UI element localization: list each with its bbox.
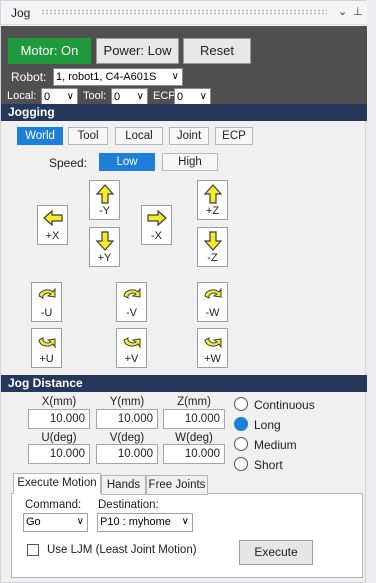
local-label: Local: <box>7 90 37 102</box>
tab-local[interactable]: Local <box>115 127 163 145</box>
u-distance-input[interactable]: 10.000 <box>28 444 90 464</box>
rotate-cw-icon <box>204 287 222 299</box>
v-distance-input[interactable]: 10.000 <box>96 444 158 464</box>
jog-plus-z-button[interactable]: +Z <box>197 180 228 220</box>
w-label: W(deg) <box>175 432 213 444</box>
tab-execute-motion[interactable]: Execute Motion <box>13 473 101 494</box>
chevron-down-icon: ∨ <box>181 516 189 527</box>
arrow-down-icon <box>95 231 115 251</box>
v-label: V(deg) <box>109 432 145 444</box>
arrow-up-icon <box>203 184 223 204</box>
drag-grip[interactable] <box>41 9 327 15</box>
tab-ecp[interactable]: ECP <box>215 127 253 145</box>
medium-label: Medium <box>254 438 297 452</box>
jog-minus-v-button[interactable]: -V <box>116 282 147 322</box>
jogging-header: Jogging <box>1 104 367 121</box>
continuous-label: Continuous <box>254 398 315 412</box>
jog-minus-u-button[interactable]: -U <box>31 282 62 322</box>
chevron-down-icon: ∨ <box>171 71 179 82</box>
speed-label: Speed: <box>49 156 88 170</box>
rotate-ccw-icon <box>204 337 222 349</box>
motor-button[interactable]: Motor: On <box>8 38 91 64</box>
short-label: Short <box>254 458 283 472</box>
y-label: Y(mm) <box>109 396 145 408</box>
jog-plus-v-button[interactable]: +V <box>116 328 147 368</box>
long-radio[interactable] <box>234 417 248 431</box>
jog-distance-header: Jog Distance <box>1 375 367 392</box>
jog-plus-u-button[interactable]: +U <box>31 328 62 368</box>
rotate-ccw-icon <box>38 337 56 349</box>
short-radio[interactable] <box>234 457 248 471</box>
chevron-down-icon[interactable]: ⌄ <box>338 5 347 18</box>
medium-radio[interactable] <box>234 437 248 451</box>
tool-label: Tool: <box>83 90 107 102</box>
jog-minus-w-button[interactable]: -W <box>197 282 228 322</box>
tab-world[interactable]: World <box>17 127 63 145</box>
rotate-cw-icon <box>123 287 141 299</box>
rotate-cw-icon <box>38 287 56 299</box>
title-bar: Jog ⌄ ⊥ <box>1 1 367 25</box>
arrow-down-icon <box>203 231 223 251</box>
robot-select[interactable]: 1, robot1, C4-A601S ∨ <box>53 68 183 86</box>
reset-button[interactable]: Reset <box>183 38 251 64</box>
x-distance-input[interactable]: 10.000 <box>28 409 90 429</box>
tab-free-joints[interactable]: Free Joints <box>146 475 208 495</box>
continuous-radio[interactable] <box>234 397 248 411</box>
tab-joint[interactable]: Joint <box>169 127 209 145</box>
w-distance-input[interactable]: 10.000 <box>163 444 225 464</box>
z-label: Z(mm) <box>177 396 211 408</box>
rotate-ccw-icon <box>123 337 141 349</box>
arrow-right-icon <box>147 209 167 227</box>
speed-low-button[interactable]: Low <box>99 153 155 171</box>
chevron-down-icon: ∨ <box>66 91 74 102</box>
jog-window: Jog ⌄ ⊥ Motor: On Power: Low Reset Robot… <box>0 0 367 583</box>
power-button[interactable]: Power: Low <box>96 38 179 64</box>
pin-icon[interactable]: ⊥ <box>353 5 363 18</box>
robot-label: Robot: <box>11 70 47 84</box>
u-label: U(deg) <box>41 432 77 444</box>
long-label: Long <box>254 418 281 432</box>
jog-minus-y-button[interactable]: -Y <box>89 180 120 220</box>
tab-hands[interactable]: Hands <box>101 475 146 495</box>
x-label: X(mm) <box>41 396 77 408</box>
window-title: Jog <box>11 6 31 20</box>
execute-button[interactable]: Execute <box>239 540 313 565</box>
chevron-down-icon: ∨ <box>199 91 207 102</box>
jog-plus-y-button[interactable]: +Y <box>89 227 120 267</box>
chevron-down-icon: ∨ <box>136 91 144 102</box>
speed-high-button[interactable]: High <box>162 153 218 171</box>
jog-minus-z-button[interactable]: -Z <box>197 227 228 267</box>
ljm-label: Use LJM (Least Joint Motion) <box>47 544 197 556</box>
command-label: Command: <box>25 499 82 511</box>
chevron-down-icon: ∨ <box>76 516 84 527</box>
jog-minus-x-button[interactable]: -X <box>141 205 172 245</box>
y-distance-input[interactable]: 10.000 <box>96 409 158 429</box>
arrow-up-icon <box>95 184 115 204</box>
jog-plus-x-button[interactable]: +X <box>37 205 68 245</box>
arrow-left-icon <box>43 209 63 227</box>
jog-plus-w-button[interactable]: +W <box>197 328 228 368</box>
ljm-checkbox[interactable] <box>27 544 39 556</box>
tab-tool[interactable]: Tool <box>68 127 108 145</box>
destination-select[interactable]: P10 : myhome ∨ <box>97 513 193 532</box>
destination-label: Destination: <box>98 499 159 511</box>
z-distance-input[interactable]: 10.000 <box>163 409 225 429</box>
command-select[interactable]: Go ∨ <box>23 513 88 532</box>
